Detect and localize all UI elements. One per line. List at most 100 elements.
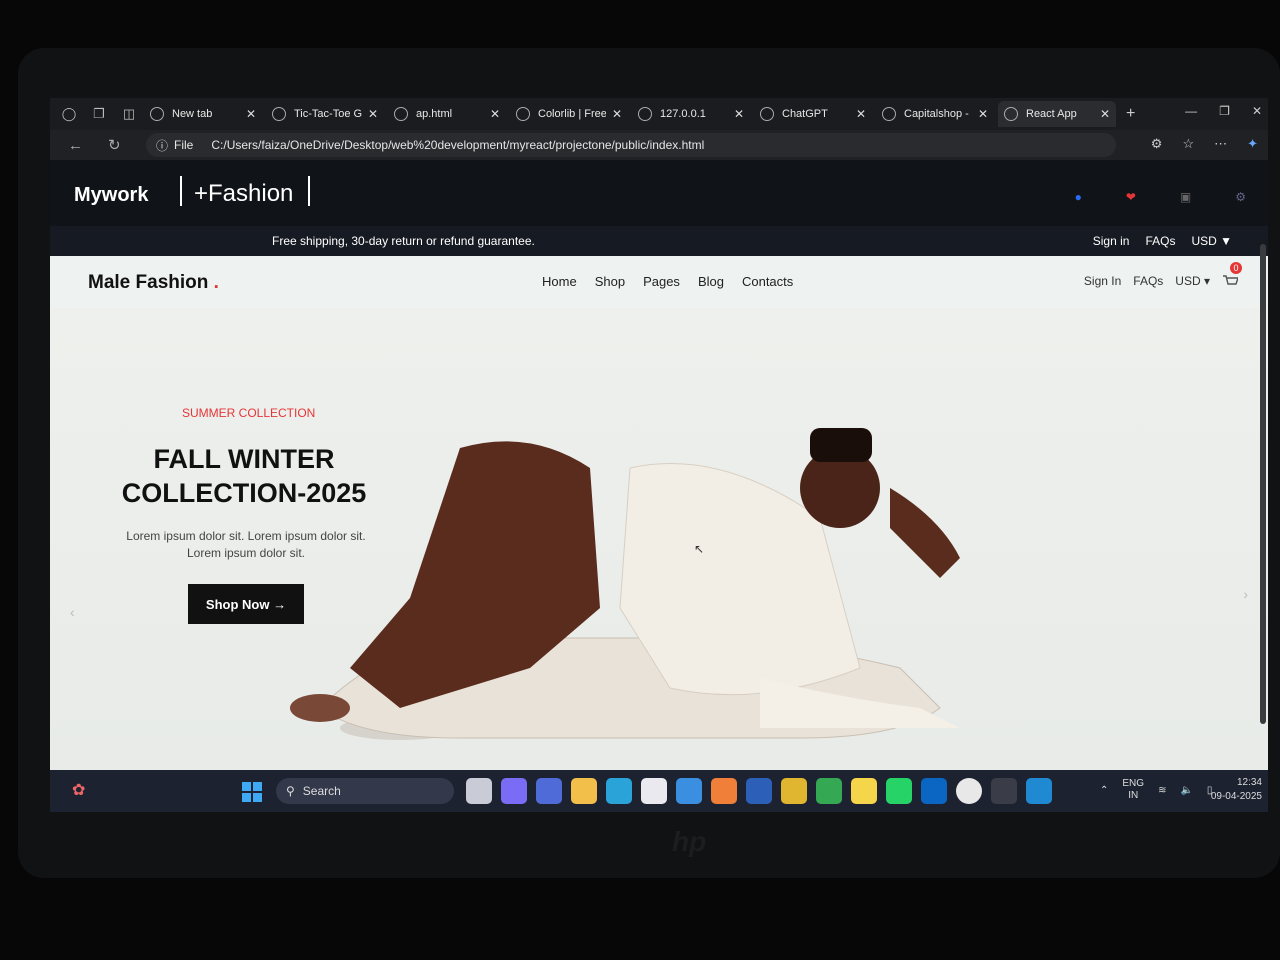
copilot-icon[interactable]: ✦ [1247, 136, 1258, 152]
mywork-brand[interactable]: Mywork [74, 184, 148, 207]
header-currency-select[interactable]: USD ▾ [1175, 274, 1210, 288]
vscode-icon[interactable] [1026, 778, 1052, 804]
info-icon[interactable]: ⓘ [156, 137, 168, 154]
mywork-header: Mywork +Fashion ● ❤ ▣ ⚙ [50, 160, 1268, 224]
volume-icon[interactable]: 🔈 [1180, 785, 1192, 796]
widgets-icon[interactable]: ✿ [72, 780, 85, 800]
tab-ap-html[interactable]: ap.html ✕ [388, 101, 506, 127]
user-icon[interactable]: ● [1075, 190, 1082, 204]
heart-icon[interactable]: ❤ [1126, 190, 1136, 204]
offer-bar: Free shipping, 30-day return or refund g… [50, 226, 1268, 256]
linkedin-icon[interactable] [921, 778, 947, 804]
tab-actions-icon[interactable]: ◫ [118, 103, 140, 125]
favorites-icon[interactable]: ☆ [1182, 136, 1194, 152]
profile-icon[interactable]: ◯ [58, 103, 80, 125]
divider [180, 176, 182, 206]
system-tray: ⌃ ENG IN ≋ 🔈 ▯ [1100, 778, 1212, 802]
workspaces-icon[interactable]: ❐ [88, 103, 110, 125]
web-page: Mywork +Fashion ● ❤ ▣ ⚙ Free shipping, 3… [50, 160, 1268, 770]
photos-icon[interactable] [676, 778, 702, 804]
window-controls: — ❐ ✕ [1185, 104, 1262, 118]
wifi-icon[interactable]: ≋ [1158, 785, 1166, 796]
more-icon[interactable]: ⋯ [1214, 136, 1227, 152]
settings-icon[interactable]: ⚙ [1235, 190, 1246, 204]
currency-select[interactable]: USD ▼ [1191, 234, 1232, 248]
terminal-icon[interactable] [991, 778, 1017, 804]
nav-home[interactable]: Home [542, 274, 577, 289]
new-tab-icon[interactable]: + [1126, 105, 1135, 123]
close-icon[interactable]: ✕ [490, 107, 500, 121]
close-icon[interactable]: ✕ [368, 107, 378, 121]
page-icon [638, 107, 652, 121]
male-fashion-header: Male Fashion . Home Shop Pages Blog Cont… [50, 256, 1268, 308]
shopping-cart-icon[interactable]: 0 [1222, 262, 1242, 288]
carousel-next-icon[interactable]: › [1243, 586, 1248, 602]
faqs-link[interactable]: FAQs [1145, 234, 1175, 248]
tab-localhost[interactable]: 127.0.0.1 ✕ [632, 101, 750, 127]
fashion-label[interactable]: +Fashion [194, 180, 293, 208]
minimize-icon[interactable]: — [1185, 104, 1197, 118]
browser-toolbar: ⚙ ☆ ⋯ ✦ [1151, 136, 1258, 152]
tab-favicon-icon [150, 107, 164, 121]
word-icon[interactable] [746, 778, 772, 804]
cart-count-badge: 0 [1230, 262, 1242, 274]
address-bar-row: ← ↻ ⓘ File C:/Users/faiza/OneDrive/Deskt… [50, 130, 1268, 160]
notes-icon[interactable] [851, 778, 877, 804]
store-icon[interactable] [641, 778, 667, 804]
address-bar[interactable]: ⓘ File C:/Users/faiza/OneDrive/Desktop/w… [146, 133, 1116, 157]
task-view-icon[interactable] [466, 778, 492, 804]
tab-new-tab[interactable]: New tab ✕ [144, 101, 262, 127]
tray-expand-icon[interactable]: ⌃ [1100, 785, 1108, 796]
divider [308, 176, 310, 206]
capitalshop-icon [882, 107, 896, 121]
file-explorer-icon[interactable] [571, 778, 597, 804]
nav-blog[interactable]: Blog [698, 274, 724, 289]
whatsapp-icon[interactable] [886, 778, 912, 804]
site-logo[interactable]: Male Fashion . [88, 272, 219, 294]
back-icon[interactable]: ← [68, 137, 90, 154]
address-url[interactable]: C:/Users/faiza/OneDrive/Desktop/web%20de… [211, 138, 704, 152]
carousel-prev-icon[interactable]: ‹ [70, 604, 75, 620]
shop-now-button[interactable]: Shop Now → [188, 584, 304, 624]
tab-capitalshop[interactable]: Capitalshop - E ✕ [876, 101, 994, 127]
colorlib-icon [516, 107, 530, 121]
page-scrollbar[interactable] [1260, 244, 1266, 724]
hero-description: Lorem ipsum dolor sit. Lorem ipsum dolor… [126, 529, 366, 560]
tab-bar: ◯ ❐ ◫ New tab ✕ Tic-Tac-Toe Ga ✕ ap.html ✕ … [50, 98, 1268, 130]
close-icon[interactable]: ✕ [246, 107, 256, 121]
nav-contacts[interactable]: Contacts [742, 274, 793, 289]
refresh-icon[interactable]: ↻ [108, 136, 130, 154]
header-faqs-link[interactable]: FAQs [1133, 274, 1163, 288]
header-signin-link[interactable]: Sign In [1084, 274, 1121, 288]
restore-icon[interactable]: ❐ [1219, 104, 1230, 118]
tab-tictactoe[interactable]: Tic-Tac-Toe Ga ✕ [266, 101, 384, 127]
close-icon[interactable]: ✕ [1100, 107, 1110, 121]
camera-icon[interactable] [711, 778, 737, 804]
nav-shop[interactable]: Shop [595, 274, 625, 289]
edge-icon[interactable] [606, 778, 632, 804]
close-icon[interactable]: ✕ [734, 107, 744, 121]
mouse-cursor-icon: ↖ [694, 542, 705, 556]
main-nav: Home Shop Pages Blog Contacts [542, 274, 793, 289]
tab-chatgpt[interactable]: ChatGPT ✕ [754, 101, 872, 127]
close-icon[interactable]: ✕ [612, 107, 622, 121]
start-icon[interactable] [242, 782, 262, 802]
clock[interactable]: 12:34 09-04-2025 [1211, 776, 1262, 804]
language-indicator[interactable]: ENG IN [1122, 778, 1144, 802]
chrome-icon[interactable] [781, 778, 807, 804]
tab-react-app[interactable]: React App ✕ [998, 101, 1116, 127]
hero-title: FALL WINTER COLLECTION-2025 [121, 444, 367, 508]
cart-icon[interactable]: ▣ [1180, 190, 1191, 204]
teams-icon[interactable] [536, 778, 562, 804]
tab-colorlib[interactable]: Colorlib | Free I ✕ [510, 101, 628, 127]
close-icon[interactable]: ✕ [856, 107, 866, 121]
nav-pages[interactable]: Pages [643, 274, 680, 289]
extensions-icon[interactable]: ⚙ [1151, 136, 1163, 152]
drive-icon[interactable] [816, 778, 842, 804]
copilot-app-icon[interactable] [501, 778, 527, 804]
taskbar-search[interactable]: ⚲ Search [276, 778, 454, 804]
signin-link[interactable]: Sign in [1093, 234, 1130, 248]
window-close-icon[interactable]: ✕ [1252, 104, 1262, 118]
close-icon[interactable]: ✕ [978, 107, 988, 121]
app-icon[interactable] [956, 778, 982, 804]
